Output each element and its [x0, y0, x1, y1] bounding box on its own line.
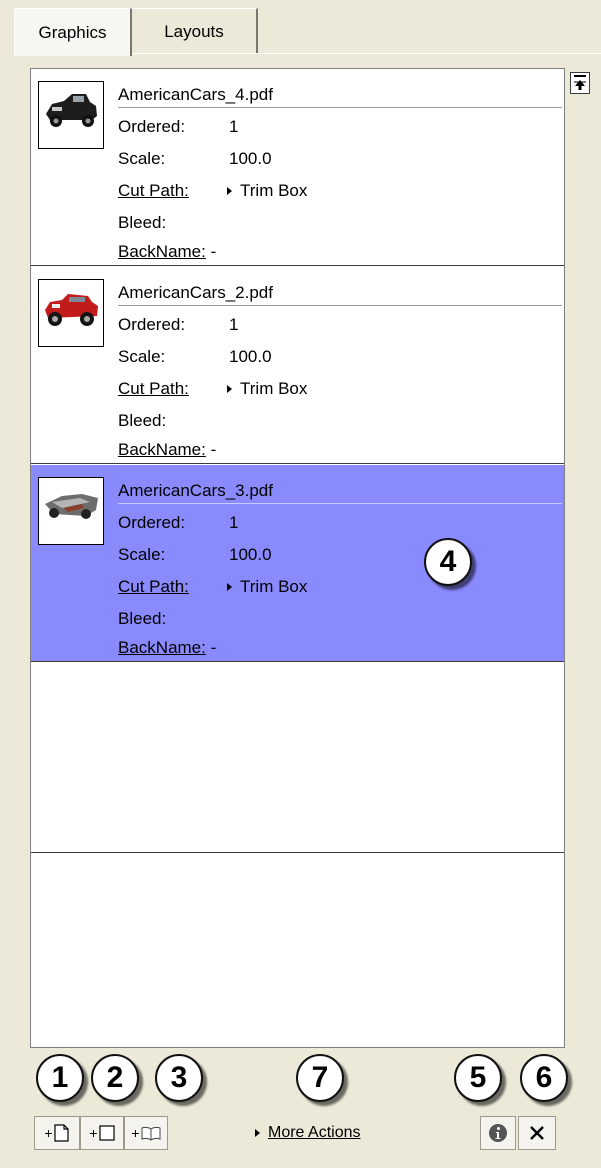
info-button[interactable] — [480, 1116, 516, 1150]
triangle-right-icon — [227, 385, 232, 393]
callout-badge-4: 4 — [424, 538, 472, 586]
add-page-icon — [53, 1124, 69, 1142]
more-actions-label: More Actions — [268, 1124, 361, 1141]
scale-label: Scale: — [118, 149, 166, 168]
tab-graphics[interactable]: Graphics — [14, 8, 132, 56]
tab-divider — [132, 53, 601, 54]
file-name: AmericanCars_4.pdf — [118, 85, 562, 108]
scale-value: 100.0 — [229, 149, 272, 168]
bleed-label: Bleed: — [118, 609, 167, 628]
red-jeep-thumbnail-icon — [45, 294, 98, 326]
ordered-value: 1 — [229, 513, 239, 532]
bleed-label: Bleed: — [118, 411, 167, 430]
ordered-label: Ordered: — [118, 513, 186, 532]
cut-path-value[interactable]: Trim Box — [227, 379, 307, 399]
graphic-thumbnail — [38, 81, 104, 149]
cut-path-value-text: Trim Box — [240, 181, 308, 200]
graphics-list[interactable]: AmericanCars_4.pdf Ordered: 1 Scale: 100… — [30, 68, 565, 1048]
ordered-label: Ordered: — [118, 117, 186, 136]
add-blank-icon — [98, 1125, 115, 1141]
ordered-label: Ordered: — [118, 315, 186, 334]
triangle-right-icon — [227, 583, 232, 591]
plus-label: + — [44, 1125, 53, 1141]
callout-badge-7: 7 — [296, 1054, 344, 1102]
ordered-value: 1 — [229, 117, 239, 136]
backname-link[interactable]: BackName: - — [118, 638, 216, 658]
delete-button[interactable] — [518, 1116, 556, 1150]
add-graphic-button[interactable]: + — [34, 1116, 80, 1150]
tab-layouts[interactable]: Layouts — [132, 8, 258, 54]
cut-path-value[interactable]: Trim Box — [227, 181, 307, 201]
graphic-thumbnail — [38, 279, 104, 347]
more-actions-link[interactable]: More Actions — [255, 1124, 360, 1142]
open-book-icon — [141, 1126, 161, 1141]
callout-badge-5: 5 — [454, 1054, 502, 1102]
add-blank-button[interactable]: + — [80, 1116, 124, 1150]
plus-label: + — [131, 1125, 140, 1141]
callout-badge-1: 1 — [36, 1054, 84, 1102]
scale-value: 100.0 — [229, 545, 272, 564]
pin-icon — [574, 75, 586, 90]
list-divider — [31, 852, 564, 853]
triangle-right-icon — [227, 187, 232, 195]
graphic-thumbnail — [38, 477, 104, 545]
callout-badge-2: 2 — [91, 1054, 139, 1102]
file-name: AmericanCars_3.pdf — [118, 481, 562, 504]
scale-label: Scale: — [118, 545, 166, 564]
graphic-item[interactable]: AmericanCars_2.pdf Ordered: 1 Scale: 100… — [31, 267, 564, 464]
pin-panel-button[interactable] — [570, 72, 590, 94]
cut-path-link[interactable]: Cut Path: — [118, 181, 189, 201]
black-truck-thumbnail-icon — [46, 94, 97, 127]
backname-link[interactable]: BackName: - — [118, 440, 216, 460]
gray-car-thumbnail-icon — [45, 494, 98, 519]
file-name: AmericanCars_2.pdf — [118, 283, 562, 306]
bleed-label: Bleed: — [118, 213, 167, 232]
triangle-right-icon — [255, 1129, 260, 1137]
callout-badge-3: 3 — [155, 1054, 203, 1102]
add-folder-button[interactable]: + — [124, 1116, 168, 1150]
graphic-item-selected[interactable]: AmericanCars_3.pdf Ordered: 1 Scale: 100… — [31, 465, 564, 662]
cut-path-link[interactable]: Cut Path: — [118, 577, 189, 597]
plus-label: + — [89, 1125, 98, 1141]
callout-badge-6: 6 — [520, 1054, 568, 1102]
close-icon — [530, 1126, 544, 1140]
info-icon — [489, 1124, 507, 1142]
scale-label: Scale: — [118, 347, 166, 366]
cut-path-value-text: Trim Box — [240, 379, 308, 398]
cut-path-value-text: Trim Box — [240, 577, 308, 596]
cut-path-link[interactable]: Cut Path: — [118, 379, 189, 399]
scale-value: 100.0 — [229, 347, 272, 366]
ordered-value: 1 — [229, 315, 239, 334]
cut-path-value[interactable]: Trim Box — [227, 577, 307, 597]
graphic-item[interactable]: AmericanCars_4.pdf Ordered: 1 Scale: 100… — [31, 69, 564, 266]
backname-link[interactable]: BackName: - — [118, 242, 216, 262]
